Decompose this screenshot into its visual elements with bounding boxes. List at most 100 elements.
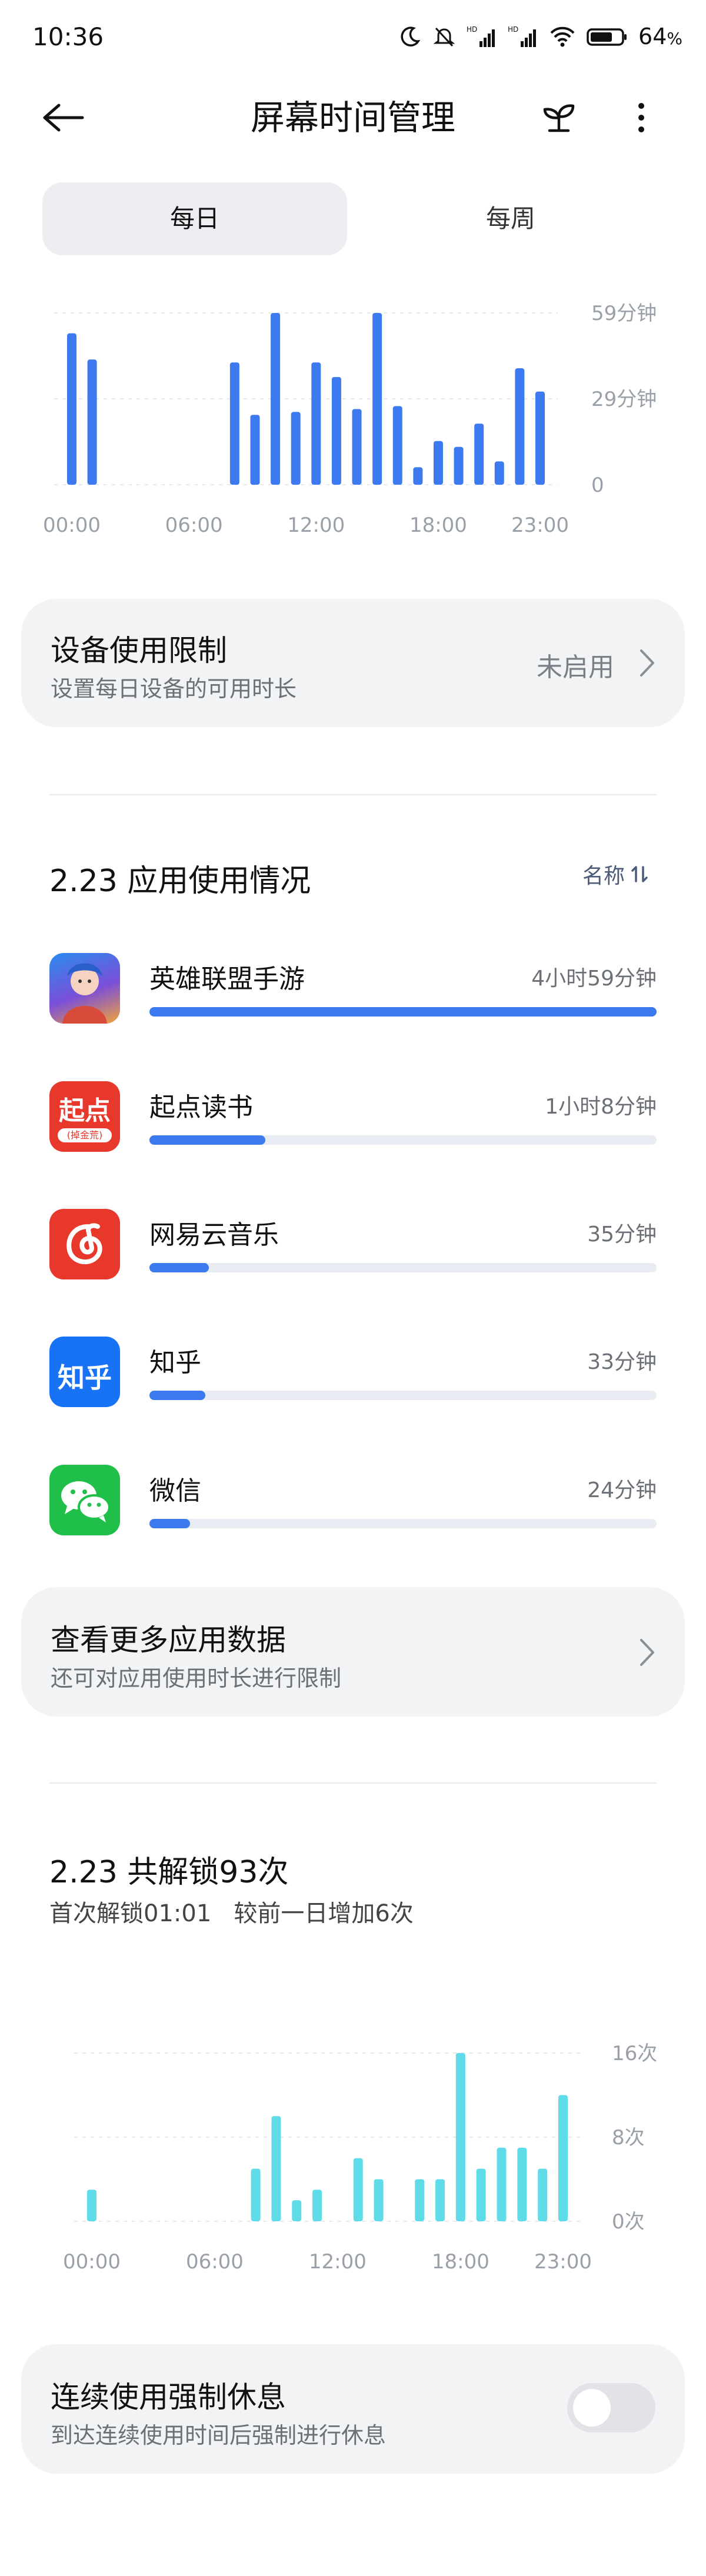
- chart-bar: [494, 461, 504, 485]
- app-time: 35分钟: [587, 1222, 657, 1247]
- app-usage-bar: [149, 1007, 657, 1017]
- unlock-subtitle: 首次解锁01:01 较前一日增加6次: [49, 1900, 414, 1927]
- chart-bar: [250, 415, 260, 485]
- app-name: 微信: [149, 1476, 201, 1506]
- wifi-icon: [550, 26, 575, 47]
- netease-music-icon: [49, 1209, 120, 1279]
- chart-bar: [435, 2179, 445, 2221]
- league-of-legends-icon: [49, 953, 120, 1024]
- chart-bar: [353, 2158, 363, 2221]
- chart-bar: [271, 313, 281, 485]
- app-usage-bar: [149, 1519, 657, 1528]
- more-data-title: 查看更多应用数据: [51, 1623, 286, 1657]
- app-time: 4小时59分钟: [531, 967, 657, 991]
- x-tick-label: 00:00: [63, 2250, 121, 2274]
- device-limit-status: 未启用: [537, 652, 614, 682]
- moon-icon: [401, 26, 421, 46]
- status-time: 10:36: [32, 22, 104, 51]
- app-usage-bar: [149, 1391, 657, 1400]
- unlock-title: 2.23 共解锁93次: [49, 1855, 289, 1890]
- chevron-right-icon: [640, 649, 654, 677]
- app-time: 33分钟: [587, 1350, 657, 1374]
- tab-weekly[interactable]: 每周: [358, 182, 663, 255]
- app-time: 1小时8分钟: [545, 1095, 657, 1119]
- app-usage-fill: [149, 1519, 190, 1528]
- bell-off-icon: [433, 27, 455, 47]
- app-name: 英雄联盟手游: [149, 964, 305, 994]
- forced-rest-card: 连续使用强制休息 到达连续使用时间后强制进行休息: [21, 2344, 685, 2474]
- app-name: 起点读书: [149, 1092, 253, 1122]
- device-limit-card[interactable]: 设备使用限制 设置每日设备的可用时长 未启用: [21, 599, 685, 727]
- more-app-data-card[interactable]: 查看更多应用数据 还可对应用使用时长进行限制: [21, 1587, 685, 1717]
- more-data-subtitle: 还可对应用使用时长进行限制: [51, 1665, 342, 1691]
- chart-bar: [374, 2179, 384, 2221]
- x-tick-label: 12:00: [309, 2250, 367, 2274]
- chart-bar: [558, 2095, 568, 2221]
- wechat-icon: [49, 1465, 120, 1535]
- chart-bar: [271, 2116, 281, 2221]
- forced-rest-toggle[interactable]: [567, 2383, 655, 2432]
- battery-percent: 64%: [638, 24, 682, 49]
- app-usage-bar: [149, 1263, 657, 1272]
- chart-bar: [515, 368, 525, 485]
- page-title: 屏幕时间管理: [250, 98, 455, 138]
- sort-icon: [631, 866, 648, 882]
- y-tick-label: 0: [591, 474, 604, 497]
- qidian-icon-subtext: (掉金荒): [58, 1128, 112, 1142]
- y-tick-label: 0次: [612, 2210, 645, 2234]
- chart-bar: [538, 2168, 548, 2221]
- app-row-zhihu[interactable]: 知乎 知乎 33分钟: [49, 1337, 657, 1431]
- app-usage-bar: [149, 1135, 657, 1145]
- sprout-button[interactable]: [535, 94, 582, 141]
- app-row-league[interactable]: 英雄联盟手游 4小时59分钟: [49, 953, 657, 1047]
- chart-bar: [312, 2190, 322, 2221]
- chart-bar: [474, 424, 484, 485]
- sort-control[interactable]: 名称: [582, 859, 648, 889]
- device-limit-subtitle: 设置每日设备的可用时长: [51, 676, 297, 702]
- forced-rest-title: 连续使用强制休息: [51, 2380, 286, 2414]
- sort-label: 名称: [582, 864, 625, 888]
- tab-daily[interactable]: 每日: [42, 182, 347, 255]
- unlock-chart: 16次 8次 0次 00:00 06:00 12:00 18:00 23:00: [63, 2042, 657, 2274]
- status-bar: 10:36 HD HD 64%: [0, 0, 706, 82]
- chart-bar: [331, 376, 341, 485]
- x-tick-label: 00:00: [43, 514, 101, 537]
- divider: [49, 794, 657, 795]
- chart-bar: [454, 446, 464, 485]
- more-menu-button[interactable]: [618, 94, 665, 141]
- app-row-netease[interactable]: 网易云音乐 35分钟: [49, 1209, 657, 1303]
- chart-bar: [87, 2190, 96, 2221]
- chart-bar: [229, 362, 239, 485]
- app-usage-fill: [149, 1263, 209, 1272]
- x-tick-label: 18:00: [432, 2250, 489, 2274]
- qidian-icon: 起点 (掉金荒): [49, 1081, 120, 1152]
- x-tick-label: 23:00: [511, 514, 569, 537]
- chart-bar: [497, 2147, 507, 2221]
- period-tabs: 每日 每周: [42, 182, 663, 255]
- app-usage-fill: [149, 1007, 657, 1017]
- chart-bar: [291, 412, 301, 485]
- chart-bar: [292, 2200, 302, 2221]
- chart-bar: [455, 2053, 465, 2221]
- status-icons: HD HD 64%: [398, 24, 682, 49]
- y-tick-label: 8次: [612, 2126, 645, 2150]
- forced-rest-subtitle: 到达连续使用时间后强制进行休息: [51, 2422, 387, 2448]
- x-tick-label: 12:00: [287, 514, 345, 537]
- battery-icon: [587, 28, 627, 46]
- hd-signal-icon: HD: [508, 25, 537, 47]
- device-limit-title: 设备使用限制: [51, 634, 227, 668]
- chart-bar: [535, 391, 545, 485]
- app-row-wechat[interactable]: 微信 24分钟: [49, 1465, 657, 1559]
- y-tick-label: 29分钟: [591, 388, 657, 411]
- x-tick-label: 06:00: [165, 514, 223, 537]
- zhihu-icon: 知乎: [49, 1337, 120, 1407]
- usage-chart: 59分钟 29分钟 0 00:00 06:00 12:00 18:00 23:00: [43, 302, 657, 537]
- y-tick-label: 59分钟: [591, 302, 657, 325]
- chart-bar: [517, 2147, 527, 2221]
- chart-bar: [87, 359, 97, 485]
- chart-bar: [311, 362, 321, 485]
- chart-bar: [392, 406, 402, 485]
- app-usage-title: 2.23 应用使用情况: [49, 864, 311, 899]
- app-row-qidian[interactable]: 起点 (掉金荒) 起点读书 1小时8分钟: [49, 1081, 657, 1175]
- chart-bar: [476, 2168, 486, 2221]
